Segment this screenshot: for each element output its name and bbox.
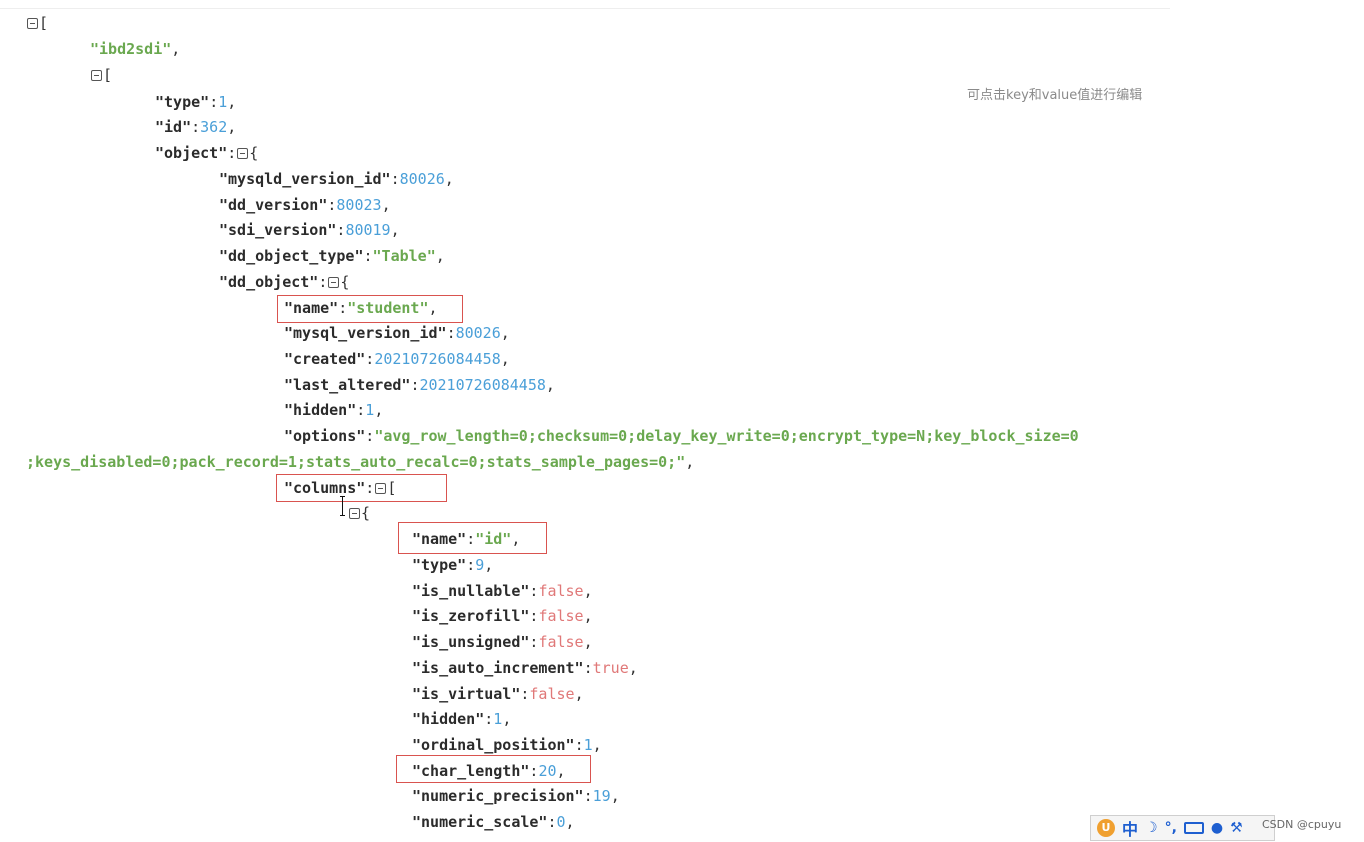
json-line-options[interactable]: "options":"avg_row_length=0;checksum=0;d…	[284, 424, 1079, 448]
text-cursor-icon	[340, 496, 346, 516]
json-line-sdi-version[interactable]: "sdi_version":80019,	[219, 218, 400, 242]
json-line-dd-object[interactable]: "dd_object":{	[219, 270, 349, 294]
json-line-is-zerofill[interactable]: "is_zerofill":false,	[412, 604, 593, 628]
edit-hint: 可点击key和value值进行编辑	[967, 88, 1143, 103]
json-array-open: [	[90, 63, 112, 87]
collapse-toggle-icon[interactable]	[27, 18, 38, 29]
collapse-toggle-icon[interactable]	[328, 277, 340, 288]
highlight-box-col-name	[398, 522, 547, 554]
json-root: [	[26, 11, 48, 35]
json-column-open: {	[348, 501, 370, 525]
json-line-numeric-precision[interactable]: "numeric_precision":19,	[412, 784, 620, 808]
json-line-col-type[interactable]: "type":9,	[412, 553, 493, 577]
user-icon[interactable]: ●	[1211, 820, 1223, 836]
json-line-mysqld-version-id[interactable]: "mysqld_version_id":80026,	[219, 167, 454, 191]
json-line-is-unsigned[interactable]: "is_unsigned":false,	[412, 630, 593, 654]
json-line-hidden[interactable]: "hidden":1,	[284, 398, 383, 422]
json-line-is-auto-increment[interactable]: "is_auto_increment":true,	[412, 656, 638, 680]
json-line-created[interactable]: "created":20210726084458,	[284, 347, 510, 371]
highlight-box-columns	[276, 474, 447, 502]
highlight-box-name	[277, 295, 463, 323]
watermark: CSDN @cpuyu	[1262, 818, 1342, 831]
collapse-toggle-icon[interactable]	[349, 508, 360, 519]
json-line-options-cont[interactable]: ;keys_disabled=0;pack_record=1;stats_aut…	[26, 450, 694, 474]
json-line-object[interactable]: "object":{	[155, 141, 258, 165]
json-line-last-altered[interactable]: "last_altered":20210726084458,	[284, 373, 555, 397]
json-line-type[interactable]: "type":1,	[155, 90, 236, 114]
keyboard-icon[interactable]	[1183, 822, 1204, 834]
ime-logo-icon[interactable]: U	[1097, 819, 1115, 837]
json-line-numeric-scale[interactable]: "numeric_scale":0,	[412, 810, 575, 834]
ime-toolbar[interactable]: U 中 ☽ °, ● ⚒	[1090, 815, 1275, 841]
json-line-ordinal-position[interactable]: "ordinal_position":1,	[412, 733, 602, 757]
punctuation-icon[interactable]: °,	[1165, 820, 1177, 836]
moon-icon[interactable]: ☽	[1145, 820, 1158, 836]
json-line-dd-version[interactable]: "dd_version":80023,	[219, 193, 391, 217]
highlight-box-char-length	[396, 755, 591, 783]
json-line-mysql-version-id[interactable]: "mysql_version_id":80026,	[284, 321, 510, 345]
json-line-id[interactable]: "id":362,	[155, 115, 236, 139]
json-line-dd-object-type[interactable]: "dd_object_type":"Table",	[219, 244, 445, 268]
collapse-toggle-icon[interactable]	[237, 148, 249, 159]
json-line-is-virtual[interactable]: "is_virtual":false,	[412, 682, 584, 706]
json-line-ibd2sdi[interactable]: "ibd2sdi",	[90, 37, 180, 61]
ime-mode-toggle[interactable]: 中	[1122, 816, 1138, 840]
json-line-col-hidden[interactable]: "hidden":1,	[412, 707, 511, 731]
collapse-toggle-icon[interactable]	[91, 70, 102, 81]
wrench-icon[interactable]: ⚒	[1230, 820, 1243, 836]
top-divider	[0, 8, 1170, 9]
json-line-is-nullable[interactable]: "is_nullable":false,	[412, 579, 593, 603]
